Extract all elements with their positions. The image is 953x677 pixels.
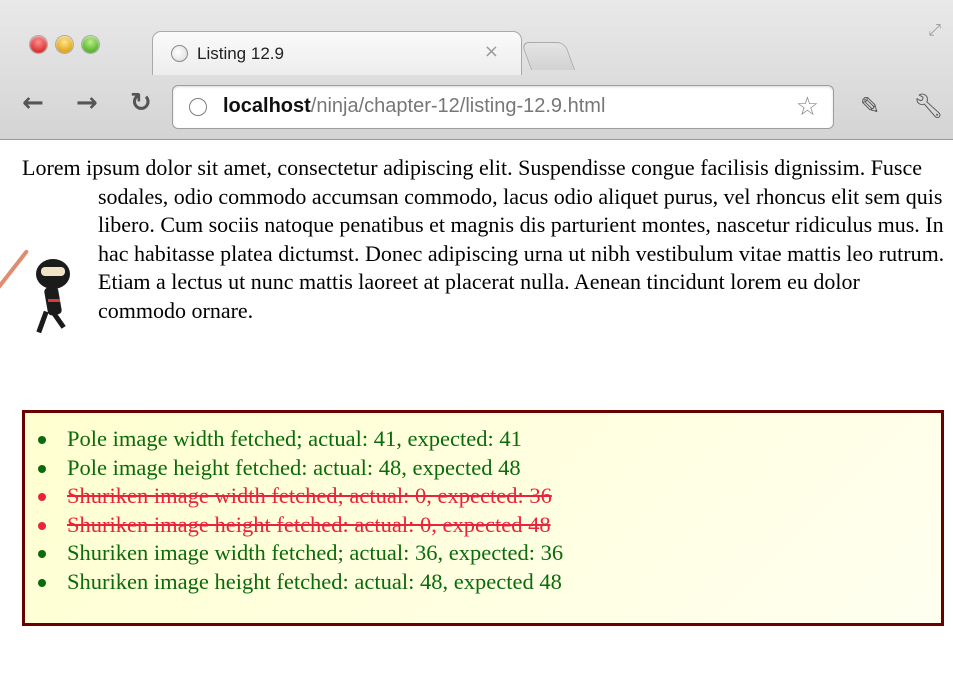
ninja-belt — [48, 298, 60, 302]
test-result-item: Pole image width fetched; actual: 41, ex… — [38, 425, 941, 454]
test-results-box: Pole image width fetched; actual: 41, ex… — [22, 410, 944, 626]
lorem-paragraph: Lorem ipsum dolor sit amet, consectetur … — [0, 154, 947, 333]
url-path: /ninja/chapter-12/listing-12.9.html — [310, 95, 606, 117]
ninja-eyes — [41, 266, 65, 276]
url-text[interactable]: localhost/ninja/chapter-12/listing-12.9.… — [223, 95, 605, 118]
tab-title: Listing 12.9 — [197, 44, 284, 63]
wrench-icon[interactable]: 🔧︎ — [913, 92, 943, 120]
ninja-leg — [36, 310, 49, 333]
close-window-button[interactable] — [30, 36, 47, 53]
back-arrow-icon[interactable]: ← — [22, 90, 44, 116]
globe-icon — [189, 98, 207, 116]
address-bar[interactable]: localhost/ninja/chapter-12/listing-12.9.… — [172, 85, 834, 129]
tab-close-icon[interactable]: × — [484, 41, 499, 62]
page-content: Lorem ipsum dolor sit amet, consectetur … — [0, 154, 947, 333]
test-results-list: Pole image width fetched; actual: 41, ex… — [25, 413, 941, 596]
reload-icon[interactable]: ↻ — [130, 90, 152, 116]
ninja-icon — [0, 187, 94, 333]
forward-arrow-icon[interactable]: → — [76, 90, 98, 116]
browser-chrome: Listing 12.9 × ⤢ ← → ↻ localhost/ninja/c… — [0, 0, 953, 140]
extension-icon[interactable]: ✎ — [860, 92, 880, 120]
new-tab-button[interactable] — [520, 42, 576, 70]
zoom-window-button[interactable] — [82, 36, 99, 53]
test-result-item: Shuriken image height fetched: actual: 4… — [38, 568, 941, 597]
test-result-item: Shuriken image width fetched; actual: 36… — [38, 539, 941, 568]
test-result-item: Pole image height fetched: actual: 48, e… — [38, 454, 941, 483]
fullscreen-icon[interactable]: ⤢ — [928, 20, 941, 40]
window-controls — [30, 36, 99, 53]
browser-toolbar: ← → ↻ localhost/ninja/chapter-12/listing… — [0, 76, 953, 140]
browser-tab[interactable]: Listing 12.9 × — [152, 31, 522, 75]
minimize-window-button[interactable] — [56, 36, 73, 53]
pole-image — [0, 248, 30, 327]
globe-favicon-icon — [171, 45, 188, 62]
test-result-item: Shuriken image width fetched; actual: 0,… — [38, 482, 941, 511]
bookmark-star-icon[interactable]: ☆ — [796, 92, 819, 122]
test-result-item: Shuriken image height fetched: actual: 0… — [38, 511, 941, 540]
url-host: localhost — [223, 95, 311, 117]
